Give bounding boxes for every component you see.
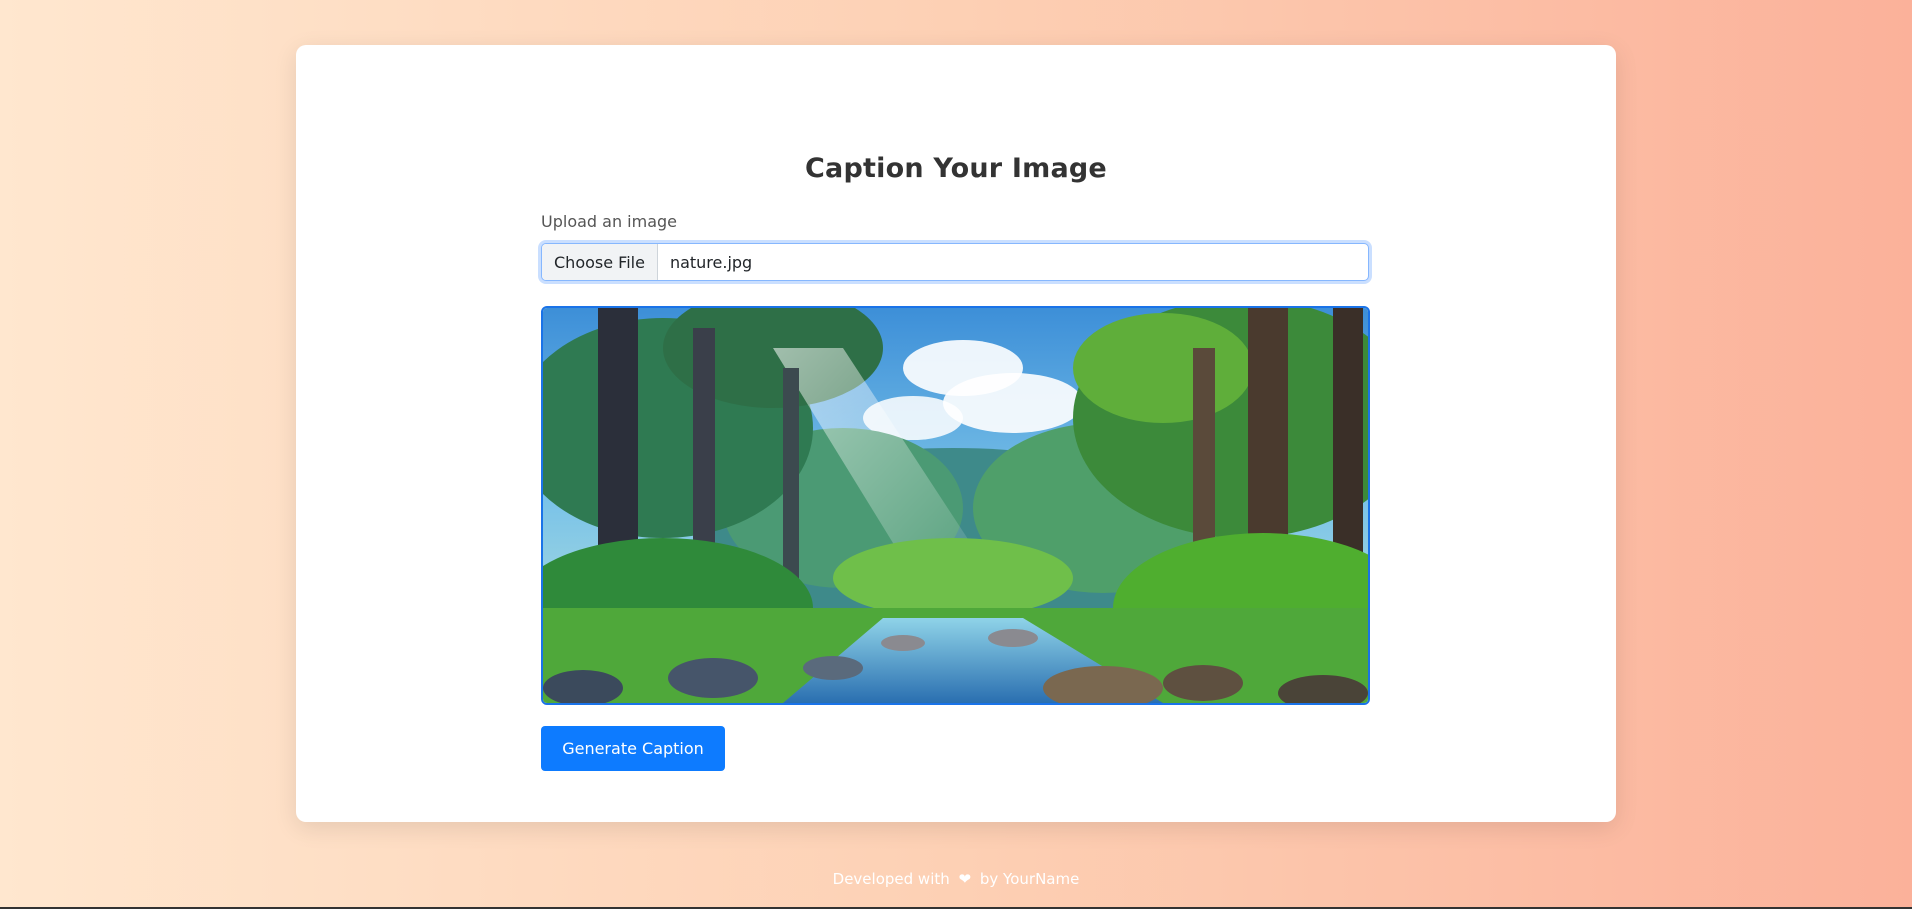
image-preview xyxy=(541,306,1370,705)
generate-caption-button[interactable]: Generate Caption xyxy=(541,726,725,771)
footer-prefix: Developed with xyxy=(832,870,950,888)
footer: Developed with ❤ by YourName xyxy=(0,870,1912,888)
upload-label: Upload an image xyxy=(541,212,678,231)
page-title: Caption Your Image xyxy=(805,153,1107,184)
footer-suffix: by YourName xyxy=(979,870,1080,888)
file-input[interactable]: Choose File nature.jpg xyxy=(541,243,1369,281)
main-card: Caption Your Image Upload an image Choos… xyxy=(296,45,1616,822)
forest-image xyxy=(543,308,1368,703)
heart-icon: ❤ xyxy=(958,870,972,888)
selected-file-name: nature.jpg xyxy=(669,252,753,272)
choose-file-button[interactable]: Choose File xyxy=(542,244,658,280)
